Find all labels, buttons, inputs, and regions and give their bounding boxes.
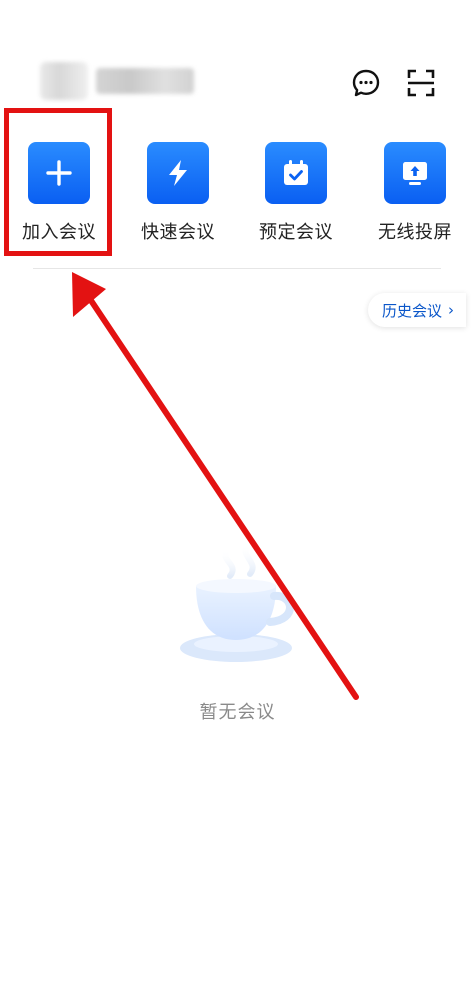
screen-cast-icon (384, 142, 446, 204)
highlight-box (4, 108, 112, 256)
wireless-cast-button[interactable]: 无线投屏 (367, 142, 463, 246)
quick-meeting-label: 快速会议 (141, 222, 215, 243)
lightning-icon (147, 142, 209, 204)
calendar-check-icon (265, 142, 327, 204)
blurred-username (96, 68, 194, 94)
divider (33, 268, 441, 269)
quick-meeting-button[interactable]: 快速会议 (130, 142, 226, 246)
schedule-meeting-button[interactable]: 预定会议 (248, 142, 344, 246)
chevron-right-icon: › (448, 301, 455, 319)
schedule-meeting-label: 预定会议 (259, 222, 333, 243)
chat-bubble-icon[interactable] (349, 66, 383, 100)
empty-state-text: 暂无会议 (199, 702, 276, 723)
blurred-avatar[interactable] (40, 62, 88, 100)
history-meetings-label: 历史会议 (382, 301, 443, 320)
scan-icon[interactable] (404, 66, 438, 100)
empty-cup-icon (170, 540, 310, 670)
meeting-home-screen: 加入会议 快速会议 预定会议 无线投屏 历史会议 › 暂无会议 (0, 0, 475, 987)
history-meetings-button[interactable]: 历史会议 › (368, 293, 467, 327)
wireless-cast-label: 无线投屏 (378, 222, 452, 243)
